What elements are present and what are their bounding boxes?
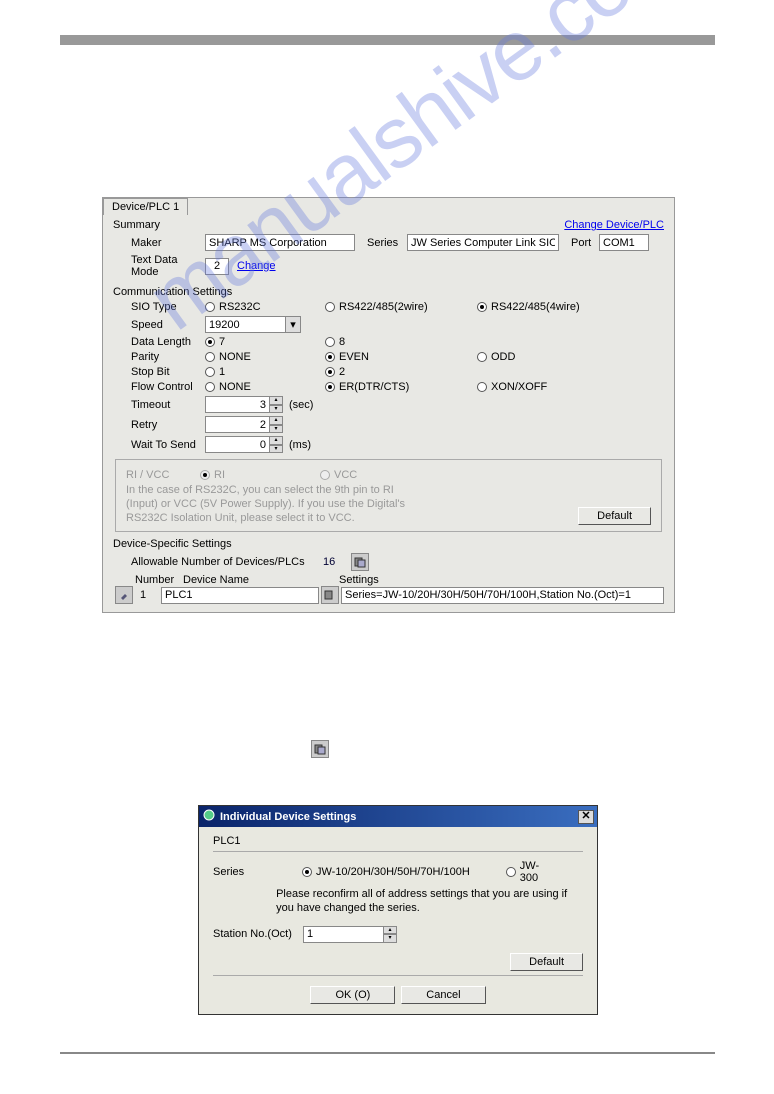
- retry-label: Retry: [113, 419, 205, 431]
- sio-rs422-4wire-radio[interactable]: RS422/485(4wire): [477, 301, 580, 313]
- stop-bit-label: Stop Bit: [113, 366, 205, 378]
- retry-stepper[interactable]: ▴▾: [205, 416, 283, 433]
- timeout-unit: (sec): [289, 399, 313, 411]
- device-icon: [354, 556, 366, 568]
- speed-select[interactable]: ▾: [205, 316, 301, 333]
- default-button[interactable]: Default: [510, 953, 583, 971]
- stopbit-2-radio[interactable]: 2: [325, 366, 345, 378]
- add-device-icon[interactable]: [351, 553, 369, 571]
- sio-type-label: SIO Type: [113, 301, 205, 313]
- series-note: Please reconfirm all of address settings…: [276, 887, 583, 916]
- flow-none-radio[interactable]: NONE: [205, 381, 299, 393]
- maker-label: Maker: [113, 237, 205, 249]
- row-number: 1: [133, 589, 153, 601]
- sio-rs232c-radio[interactable]: RS232C: [205, 301, 299, 313]
- top-divider: [60, 35, 715, 45]
- chevron-up-icon[interactable]: ▴: [383, 926, 397, 935]
- datalen-7-radio[interactable]: 7: [205, 336, 299, 348]
- series-label: Series: [213, 866, 302, 878]
- bottom-divider: [60, 1052, 715, 1054]
- ri-vcc-note: In the case of RS232C, you can select th…: [126, 484, 426, 525]
- flow-xon-radio[interactable]: XON/XOFF: [477, 381, 547, 393]
- device-icon: [324, 589, 336, 601]
- device-icon: [314, 743, 326, 755]
- wrench-icon: [119, 590, 129, 600]
- chevron-up-icon[interactable]: ▴: [269, 436, 283, 445]
- ri-vcc-box: RI / VCC RI VCC In the case of RS232C, y…: [115, 459, 662, 532]
- th-device-name: Device Name: [183, 574, 339, 586]
- flow-control-label: Flow Control: [113, 381, 205, 393]
- station-stepper[interactable]: ▴▾: [303, 926, 397, 943]
- wait-to-send-label: Wait To Send: [113, 439, 205, 451]
- summary-label: Summary: [113, 219, 160, 231]
- series-jw300-radio[interactable]: JW-300: [506, 860, 557, 884]
- parity-none-radio[interactable]: NONE: [205, 351, 299, 363]
- chevron-down-icon[interactable]: ▾: [285, 316, 301, 333]
- app-icon: [202, 808, 216, 825]
- allowable-label: Allowable Number of Devices/PLCs: [113, 556, 323, 568]
- dialog-titlebar: Individual Device Settings ✕: [199, 806, 597, 827]
- series-jw10-radio[interactable]: JW-10/20H/30H/50H/70H/100H: [302, 866, 480, 878]
- plc-name: PLC1: [213, 835, 583, 847]
- station-label: Station No.(Oct): [213, 928, 303, 940]
- change-device-link[interactable]: Change Device/PLC: [564, 219, 664, 231]
- standalone-device-icon: [311, 740, 329, 758]
- chevron-up-icon[interactable]: ▴: [269, 416, 283, 425]
- maker-field[interactable]: [205, 234, 355, 251]
- chevron-up-icon[interactable]: ▴: [269, 396, 283, 405]
- close-icon[interactable]: ✕: [578, 810, 594, 824]
- stopbit-1-radio[interactable]: 1: [205, 366, 299, 378]
- device-plc-panel: Device/PLC 1 Summary Change Device/PLC M…: [102, 197, 675, 613]
- sio-rs422-2wire-radio[interactable]: RS422/485(2wire): [325, 301, 451, 313]
- row-icon[interactable]: [115, 586, 133, 604]
- th-number: Number: [135, 574, 183, 586]
- vcc-radio: VCC: [320, 469, 357, 481]
- dialog-title: Individual Device Settings: [220, 811, 356, 823]
- cancel-button[interactable]: Cancel: [401, 986, 485, 1004]
- speed-label: Speed: [113, 319, 205, 331]
- chevron-down-icon[interactable]: ▾: [269, 425, 283, 434]
- timeout-label: Timeout: [113, 399, 205, 411]
- individual-device-dialog: Individual Device Settings ✕ PLC1 Series…: [198, 805, 598, 1015]
- row-device-name-field[interactable]: [161, 587, 319, 604]
- chevron-down-icon[interactable]: ▾: [269, 445, 283, 454]
- ri-radio: RI: [200, 469, 294, 481]
- flow-er-radio[interactable]: ER(DTR/CTS): [325, 381, 451, 393]
- parity-even-radio[interactable]: EVEN: [325, 351, 451, 363]
- row-settings-field[interactable]: [341, 587, 664, 604]
- data-length-label: Data Length: [113, 336, 205, 348]
- ok-button[interactable]: OK (O): [310, 986, 395, 1004]
- timeout-stepper[interactable]: ▴▾: [205, 396, 283, 413]
- comm-settings-label: Communication Settings: [113, 286, 664, 298]
- series-label: Series: [367, 237, 407, 249]
- th-settings: Settings: [339, 574, 379, 586]
- device-specific-label: Device-Specific Settings: [113, 538, 664, 550]
- port-field[interactable]: [599, 234, 649, 251]
- text-data-mode-label: Text Data Mode: [113, 254, 205, 278]
- allowable-value: 16: [323, 556, 351, 568]
- series-field[interactable]: [407, 234, 559, 251]
- tab-device-plc-1[interactable]: Device/PLC 1: [103, 198, 188, 215]
- port-label: Port: [571, 237, 599, 249]
- parity-label: Parity: [113, 351, 205, 363]
- row-settings-icon[interactable]: [321, 586, 339, 604]
- wait-stepper[interactable]: ▴▾: [205, 436, 283, 453]
- wait-unit: (ms): [289, 439, 311, 451]
- text-data-mode-change-link[interactable]: Change: [237, 260, 276, 272]
- ri-vcc-label: RI / VCC: [126, 469, 200, 481]
- table-row: 1: [113, 586, 664, 604]
- chevron-down-icon[interactable]: ▾: [269, 405, 283, 414]
- chevron-down-icon[interactable]: ▾: [383, 934, 397, 943]
- default-button[interactable]: Default: [578, 507, 651, 525]
- datalen-8-radio[interactable]: 8: [325, 336, 345, 348]
- text-data-mode-field[interactable]: [205, 258, 229, 275]
- parity-odd-radio[interactable]: ODD: [477, 351, 515, 363]
